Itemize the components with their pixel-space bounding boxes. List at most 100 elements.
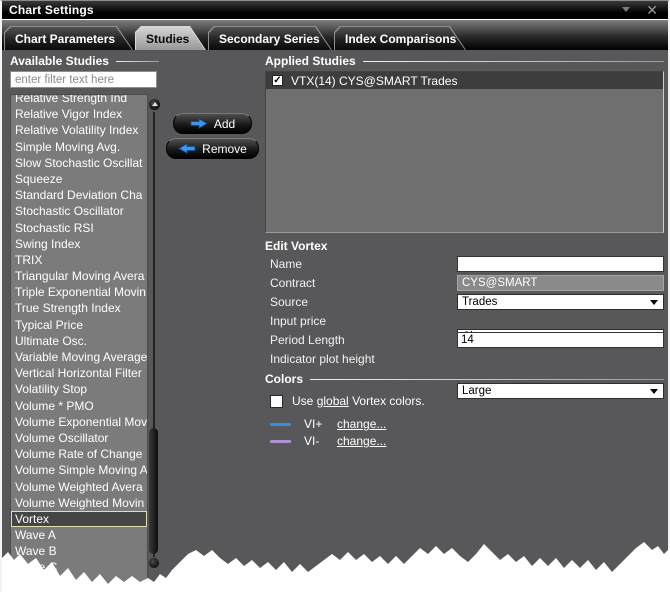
study-list-item[interactable]: Squeeze bbox=[11, 171, 147, 187]
study-list-item[interactable]: Wave C bbox=[11, 559, 147, 575]
scroll-down-button[interactable] bbox=[148, 557, 160, 569]
unchecked-checkbox[interactable] bbox=[270, 395, 283, 408]
tab-fill: Index Comparisons bbox=[335, 27, 465, 50]
available-studies-title: Available Studies bbox=[10, 54, 109, 68]
edit-vortex-title: Edit Vortex bbox=[265, 239, 327, 253]
chart-settings-dialog: Chart Settings ✕ Chart Parameters Studie… bbox=[0, 0, 670, 592]
study-list-item[interactable]: Wave B bbox=[11, 543, 147, 559]
source-dropdown[interactable]: Trades bbox=[457, 294, 664, 310]
study-list-item[interactable]: Relative Strength Ind bbox=[11, 94, 147, 106]
period-length-field[interactable] bbox=[457, 332, 664, 348]
contract-field: CYS@SMART bbox=[457, 275, 664, 291]
add-study-button[interactable]: Add bbox=[173, 113, 252, 134]
use-global-pre: Use bbox=[292, 394, 313, 408]
study-list-item[interactable]: Stochastic RSI bbox=[11, 220, 147, 236]
vi-minus-label: VI- bbox=[304, 434, 328, 448]
screenshot-stage: Chart Settings ✕ Chart Parameters Studie… bbox=[0, 0, 670, 592]
chevron-down-icon bbox=[650, 300, 658, 305]
available-studies-list[interactable]: Relative Strength IndRelative Vigor Inde… bbox=[10, 94, 148, 592]
window-title: Chart Settings bbox=[9, 3, 94, 17]
vi-minus-row: VI- change... bbox=[270, 434, 386, 448]
study-list-item[interactable]: Vortex bbox=[11, 511, 147, 527]
header-rule bbox=[116, 61, 159, 62]
study-list-item[interactable]: Volume Weighted Avera bbox=[11, 479, 147, 495]
study-list-item[interactable]: Volatility Stop bbox=[11, 381, 147, 397]
study-list-item[interactable]: Triangular Moving Avera bbox=[11, 268, 147, 284]
tab-index-comparisons[interactable]: Index Comparisons bbox=[334, 26, 466, 50]
chevron-down-icon bbox=[650, 389, 658, 394]
study-list-item[interactable]: Volume * PMO bbox=[11, 398, 147, 414]
header-rule bbox=[363, 61, 664, 62]
study-list-item[interactable]: Triple Exponential Movin bbox=[11, 284, 147, 300]
vi-plus-change-link[interactable]: change... bbox=[337, 417, 386, 431]
global-link[interactable]: global bbox=[317, 394, 349, 408]
colors-title: Colors bbox=[265, 372, 303, 386]
study-list-item[interactable]: Stochastic Oscillator bbox=[11, 203, 147, 219]
header-rule bbox=[310, 379, 664, 380]
study-list-item[interactable]: True Strength Index bbox=[11, 300, 147, 316]
study-list-item[interactable]: Typical Price bbox=[11, 317, 147, 333]
name-label: Name bbox=[270, 256, 302, 272]
study-list-item[interactable]: TRIX bbox=[11, 252, 147, 268]
tab-chart-parameters[interactable]: Chart Parameters bbox=[4, 26, 133, 50]
tab-fill: Secondary Series bbox=[209, 27, 331, 50]
period-length-label: Period Length bbox=[270, 332, 345, 348]
plot-height-value: Large bbox=[462, 385, 491, 397]
checked-checkbox[interactable]: ✓ bbox=[272, 75, 283, 86]
source-value: Trades bbox=[462, 296, 497, 308]
use-global-colors-text: Use global Vortex colors. bbox=[292, 394, 425, 408]
remove-study-button[interactable]: Remove bbox=[166, 138, 259, 159]
applied-studies-list[interactable]: ✓ VTX(14) CYS@SMART Trades bbox=[265, 71, 664, 233]
tab-label: Secondary Series bbox=[219, 32, 320, 46]
study-list-item[interactable]: Variable Moving Average bbox=[11, 349, 147, 365]
applied-study-label: VTX(14) CYS@SMART Trades bbox=[291, 74, 457, 88]
contract-label: Contract bbox=[270, 275, 315, 291]
study-list-item[interactable]: Ultimate Osc. bbox=[11, 333, 147, 349]
study-list-item[interactable]: Relative Vigor Index bbox=[11, 106, 147, 122]
study-list-item[interactable]: Volume Simple Moving A bbox=[11, 462, 147, 478]
study-list-item[interactable]: Relative Volatility Index bbox=[11, 122, 147, 138]
study-list-item[interactable]: Wave A bbox=[11, 527, 147, 543]
tab-label: Studies bbox=[146, 32, 189, 46]
use-global-post: Vortex colors. bbox=[352, 394, 425, 408]
vi-plus-color-swatch bbox=[270, 423, 291, 426]
tab-label: Index Comparisons bbox=[345, 32, 456, 46]
add-button-label: Add bbox=[214, 117, 235, 131]
applied-studies-title: Applied Studies bbox=[265, 54, 356, 68]
study-list-item[interactable]: Volume Weighted Movin bbox=[11, 495, 147, 511]
tab-studies[interactable]: Studies bbox=[135, 26, 206, 50]
scroll-up-button[interactable] bbox=[148, 98, 161, 111]
vi-plus-label: VI+ bbox=[304, 417, 328, 431]
tab-fill: Studies bbox=[136, 27, 205, 50]
study-list-item[interactable]: Weighted Close bbox=[11, 576, 147, 592]
vi-plus-row: VI+ change... bbox=[270, 417, 386, 431]
arrow-left-icon bbox=[178, 143, 196, 154]
study-list-item[interactable]: Vertical Horizontal Filter bbox=[11, 365, 147, 381]
close-icon[interactable]: ✕ bbox=[646, 3, 658, 17]
titlebar: Chart Settings ✕ bbox=[2, 1, 668, 19]
studies-panel: Available Studies Relative Strength IndR… bbox=[2, 50, 668, 592]
study-filter-input[interactable] bbox=[10, 71, 157, 88]
study-list-item[interactable]: Standard Deviation Cha bbox=[11, 187, 147, 203]
tab-fill: Chart Parameters bbox=[5, 27, 132, 50]
window-menu-caret-icon[interactable] bbox=[622, 7, 630, 12]
vi-minus-change-link[interactable]: change... bbox=[337, 434, 386, 448]
applied-studies-header: Applied Studies bbox=[265, 54, 664, 68]
tabstrip: Chart Parameters Studies Secondary Serie… bbox=[2, 20, 668, 50]
plot-height-label: Indicator plot height bbox=[270, 351, 375, 367]
study-list-item[interactable]: Swing Index bbox=[11, 236, 147, 252]
tab-label: Chart Parameters bbox=[15, 32, 115, 46]
available-studies-header: Available Studies bbox=[10, 54, 159, 68]
colors-header: Colors bbox=[265, 372, 664, 386]
study-list-item[interactable]: Volume Rate of Change bbox=[11, 446, 147, 462]
study-list-item[interactable]: Volume Exponential Mov bbox=[11, 414, 147, 430]
scroll-up-icon bbox=[152, 102, 158, 106]
applied-study-row[interactable]: ✓ VTX(14) CYS@SMART Trades bbox=[266, 72, 663, 89]
scrollbar-thumb[interactable] bbox=[149, 428, 158, 554]
input-price-label: Input price bbox=[270, 313, 326, 329]
study-list-item[interactable]: Simple Moving Avg. bbox=[11, 139, 147, 155]
tab-secondary-series[interactable]: Secondary Series bbox=[208, 26, 332, 50]
study-list-item[interactable]: Volume Oscillator bbox=[11, 430, 147, 446]
name-field[interactable] bbox=[457, 256, 664, 272]
study-list-item[interactable]: Slow Stochastic Oscillat bbox=[11, 155, 147, 171]
